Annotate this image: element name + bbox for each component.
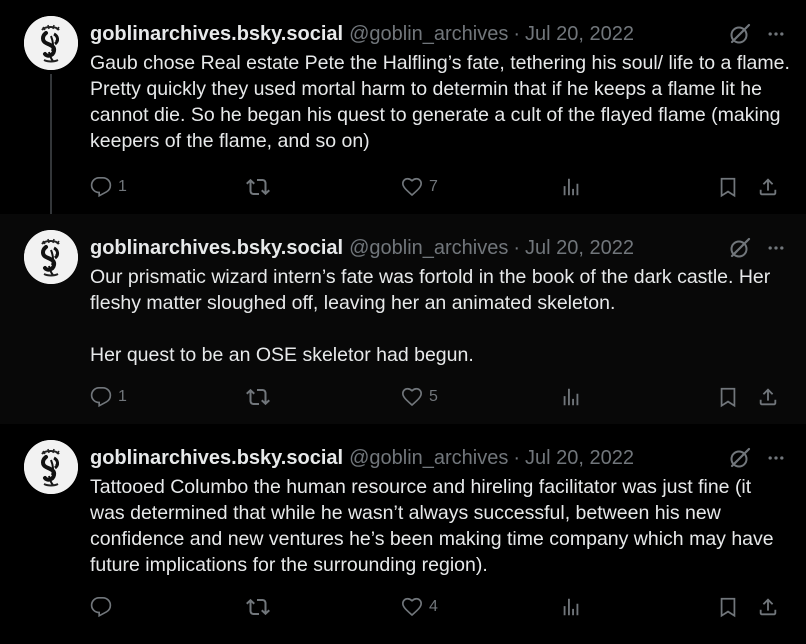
tweet[interactable]: goblinarchives.bsky.social @goblin_archi… [0, 214, 806, 424]
reply-icon [90, 386, 112, 408]
handle[interactable]: @goblin_archives [349, 23, 508, 46]
share-button[interactable] [757, 382, 779, 412]
timestamp[interactable]: Jul 20, 2022 [525, 23, 634, 46]
retweet-button[interactable] [246, 592, 276, 622]
views-icon [560, 386, 582, 408]
reply-icon [90, 596, 112, 618]
like-button[interactable]: 5 [401, 382, 438, 412]
timestamp[interactable]: Jul 20, 2022 [525, 237, 634, 260]
action-bar: 4 [90, 592, 786, 622]
retweet-icon [246, 175, 270, 199]
reply-button[interactable]: 1 [90, 382, 127, 412]
share-icon [757, 596, 779, 618]
retweet-icon [246, 385, 270, 409]
tweet-text: Gaub chose Real estate Pete the Halfling… [90, 52, 796, 152]
thread: goblinarchives.bsky.social @goblin_archi… [0, 0, 806, 644]
avatar[interactable] [24, 230, 78, 284]
retweet-icon [246, 595, 270, 619]
display-name[interactable]: goblinarchives.bsky.social [90, 447, 343, 470]
more-icon[interactable] [766, 238, 786, 258]
action-bar: 1 5 [90, 382, 786, 412]
tweet-text: Tattooed Columbo the human resource and … [90, 476, 780, 576]
tweet-header: goblinarchives.bsky.social @goblin_archi… [90, 444, 786, 472]
views-button[interactable] [560, 172, 588, 202]
bookmark-icon [717, 176, 739, 198]
bookmark-button[interactable] [717, 592, 739, 622]
views-icon [560, 596, 582, 618]
tweet[interactable]: goblinarchives.bsky.social @goblin_archi… [0, 0, 806, 214]
bookmark-icon [717, 596, 739, 618]
share-button[interactable] [757, 172, 779, 202]
avatar-image [24, 16, 78, 70]
more-icon[interactable] [766, 448, 786, 468]
avatar[interactable] [24, 16, 78, 70]
tweet-header: goblinarchives.bsky.social @goblin_archi… [90, 234, 786, 262]
reply-icon [90, 176, 112, 198]
action-bar: 1 7 [90, 172, 786, 202]
like-button[interactable]: 4 [401, 592, 438, 622]
retweet-button[interactable] [246, 382, 276, 412]
bookmark-icon [717, 386, 739, 408]
handle[interactable]: @goblin_archives [349, 237, 508, 260]
avatar-image [24, 230, 78, 284]
like-count: 7 [429, 178, 438, 195]
grok-icon[interactable] [728, 236, 752, 260]
tweet[interactable]: goblinarchives.bsky.social @goblin_archi… [0, 424, 806, 644]
separator: · [513, 22, 521, 45]
reply-count: 1 [118, 178, 127, 195]
share-icon [757, 386, 779, 408]
separator: · [513, 446, 521, 469]
grok-icon[interactable] [728, 446, 752, 470]
grok-icon[interactable] [728, 22, 752, 46]
heart-icon [401, 596, 423, 618]
retweet-button[interactable] [246, 172, 276, 202]
separator: · [513, 236, 521, 259]
like-button[interactable]: 7 [401, 172, 438, 202]
handle[interactable]: @goblin_archives [349, 447, 508, 470]
display-name[interactable]: goblinarchives.bsky.social [90, 237, 343, 260]
heart-icon [401, 386, 423, 408]
display-name[interactable]: goblinarchives.bsky.social [90, 23, 343, 46]
tweet-header: goblinarchives.bsky.social @goblin_archi… [90, 20, 786, 48]
views-icon [560, 176, 582, 198]
share-icon [757, 176, 779, 198]
reply-count: 1 [118, 388, 127, 405]
bookmark-button[interactable] [717, 382, 739, 412]
reply-button[interactable] [90, 592, 118, 622]
like-count: 4 [429, 598, 438, 615]
bookmark-button[interactable] [717, 172, 739, 202]
share-button[interactable] [757, 592, 779, 622]
views-button[interactable] [560, 382, 588, 412]
views-button[interactable] [560, 592, 588, 622]
timestamp[interactable]: Jul 20, 2022 [525, 447, 634, 470]
heart-icon [401, 176, 423, 198]
like-count: 5 [429, 388, 438, 405]
avatar[interactable] [24, 440, 78, 494]
more-icon[interactable] [766, 24, 786, 44]
tweet-text: Our prismatic wizard intern’s fate was f… [90, 266, 771, 366]
avatar-image [24, 440, 78, 494]
reply-button[interactable]: 1 [90, 172, 127, 202]
